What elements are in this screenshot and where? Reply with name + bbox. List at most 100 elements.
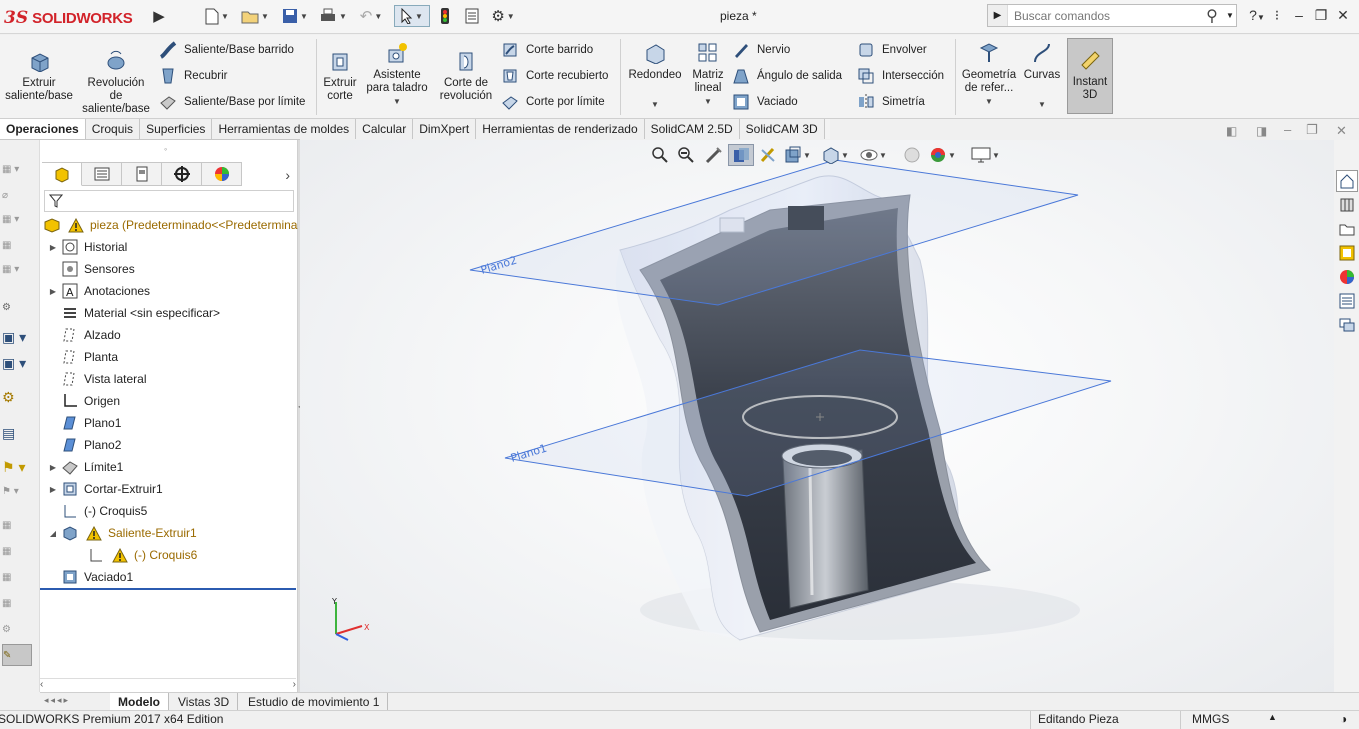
tree-item-anotaciones[interactable]: ▶ A Anotaciones <box>46 280 150 302</box>
edit-appearance-icon[interactable] <box>900 144 924 166</box>
extrude-boss-button[interactable]: Extruir saliente/base <box>4 48 74 103</box>
expand-icon[interactable]: ▶ <box>46 463 60 472</box>
linear-pattern-button[interactable]: Matriz lineal ▼ <box>688 40 728 108</box>
toolbar-item-icon[interactable]: ▦ ▾ <box>2 208 32 230</box>
expand-icon[interactable]: ▶ <box>46 243 60 252</box>
toolbar-item-icon[interactable]: ⚑ ▾ <box>2 480 32 502</box>
file-explorer-icon[interactable] <box>1336 218 1358 240</box>
swept-cut-button[interactable]: Corte barrido <box>500 40 593 60</box>
print-icon[interactable]: ▼ <box>316 5 350 27</box>
viewport-prev-icon[interactable]: ◧ <box>1226 124 1237 138</box>
toolbar-item-icon[interactable]: ▦ <box>2 234 32 256</box>
intersect-button[interactable]: Intersección <box>856 66 944 86</box>
propertymanager-tab-icon[interactable] <box>82 162 122 186</box>
view-orientation-icon[interactable]: ▼ <box>782 144 812 166</box>
toolbar-item-icon[interactable]: ▦ ▾ <box>2 158 32 180</box>
tab-modelo[interactable]: Modelo <box>110 693 169 710</box>
plane2[interactable] <box>469 159 1079 306</box>
tree-filter[interactable] <box>44 190 294 212</box>
tree-item-croquis6[interactable]: (-) Croquis6 <box>86 544 197 566</box>
tree-item-plano1[interactable]: Plano1 <box>46 412 121 434</box>
pin-icon[interactable]: ⁝ <box>1266 4 1288 26</box>
viewport-restore-icon[interactable]: ❐ <box>1306 122 1318 138</box>
tab-solidcam-3d[interactable]: SolidCAM 3D <box>739 119 825 139</box>
coordinate-triad-icon[interactable]: Y X <box>331 597 370 641</box>
fillet-dropdown-icon[interactable]: ▼ <box>651 98 659 111</box>
zoom-area-icon[interactable] <box>676 144 696 166</box>
revolve-boss-button[interactable]: Revolución de saliente/base <box>80 48 152 116</box>
graphics-area[interactable]: Plano2 Plano1 Y X ▼ ▼ ▼ ▼ ▼ <box>300 140 1334 692</box>
command-prompt-icon[interactable]: ▶ <box>988 5 1008 26</box>
menu-expand-icon[interactable]: ▶ <box>152 5 166 27</box>
status-help-icon[interactable]: ◑ <box>1340 712 1347 726</box>
units-dropdown-icon[interactable]: ▲ <box>1268 712 1277 722</box>
tree-item-historial[interactable]: ▶ Historial <box>46 236 127 258</box>
file-properties-icon[interactable] <box>462 5 482 27</box>
undo-icon[interactable]: ↶ ▼ <box>356 5 386 27</box>
view-palette-icon[interactable] <box>1336 242 1358 264</box>
tab-operaciones[interactable]: Operaciones <box>0 119 86 139</box>
expand-icon[interactable]: ▶ <box>46 287 60 296</box>
rib-button[interactable]: Nervio <box>731 40 790 60</box>
home-icon[interactable] <box>1336 170 1358 192</box>
toolbar-item-icon[interactable]: ▤ <box>2 422 32 444</box>
plane1[interactable] <box>504 349 1112 497</box>
toolbar-item-icon[interactable]: ⚑ ▾ <box>2 456 32 478</box>
rebuild-icon[interactable] <box>436 5 454 27</box>
dynamic-annotation-icon[interactable] <box>758 144 778 166</box>
toolbar-item-icon[interactable]: ▣ ▾ <box>2 326 32 348</box>
help-icon[interactable]: ?▼ <box>1246 4 1268 26</box>
previous-view-icon[interactable] <box>704 144 724 166</box>
tab-estudio-movimiento[interactable]: Estudio de movimiento 1 <box>240 693 389 710</box>
tree-item-sensores[interactable]: Sensores <box>46 258 135 280</box>
toolbar-item-icon[interactable]: ▦ <box>2 592 32 614</box>
collapse-icon[interactable]: ◢ <box>46 529 60 538</box>
design-library-icon[interactable] <box>1336 194 1358 216</box>
tab-herramientas-de-moldes[interactable]: Herramientas de moldes <box>212 119 357 139</box>
tab-croquis[interactable]: Croquis <box>85 119 141 139</box>
save-icon[interactable]: ▼ <box>278 5 312 27</box>
fillet-button[interactable]: Redondeo ▼ <box>626 40 684 111</box>
viewport-next-icon[interactable]: ◨ <box>1256 124 1267 138</box>
hole-wizard-dropdown-icon[interactable]: ▼ <box>393 95 401 108</box>
hide-show-items-icon[interactable]: ▼ <box>858 144 888 166</box>
tab-dimxpert[interactable]: DimXpert <box>413 119 477 139</box>
apply-scene-icon[interactable]: ▼ <box>926 144 958 166</box>
revolved-cut-button[interactable]: Corte de revolución <box>436 48 496 103</box>
close-icon[interactable]: ✕ <box>1332 4 1354 26</box>
mirror-button[interactable]: Simetría <box>856 92 925 112</box>
open-document-icon[interactable]: ▼ <box>238 5 272 27</box>
search-icon[interactable]: ⚲ <box>1198 6 1226 26</box>
display-manager-tab-icon[interactable] <box>202 162 242 186</box>
viewport-minimize-icon[interactable]: – <box>1284 122 1291 137</box>
hole-wizard-button[interactable]: Asistente para taladro ▼ <box>364 40 430 108</box>
select-icon[interactable]: ▼ <box>394 5 430 27</box>
toolbar-item-icon[interactable]: ⚙ <box>2 296 32 318</box>
tab-herramientas-de-renderizado[interactable]: Herramientas de renderizado <box>476 119 645 139</box>
tree-item-vaciado1[interactable]: Vaciado1 <box>46 566 133 588</box>
instant3d-side-icon[interactable]: ✎ <box>2 644 32 666</box>
tabs-scroll-right-icon[interactable]: › <box>242 162 290 188</box>
search-dropdown-icon[interactable]: ▼ <box>1226 11 1236 20</box>
tree-item-limite1[interactable]: ▶ Límite1 <box>46 456 123 478</box>
lofted-cut-button[interactable]: Corte recubierto <box>500 66 608 86</box>
reference-geometry-dropdown-icon[interactable]: ▼ <box>985 95 993 108</box>
dimxpert-tab-icon[interactable] <box>162 162 202 186</box>
boundary-cut-button[interactable]: Corte por límite <box>500 92 605 112</box>
toolbar-item-icon[interactable]: ⌀ <box>2 184 32 206</box>
tab-solidcam-2-5d[interactable]: SolidCAM 2.5D <box>644 119 740 139</box>
curves-dropdown-icon[interactable]: ▼ <box>1038 98 1046 111</box>
tree-item-croquis5[interactable]: (-) Croquis5 <box>46 500 147 522</box>
tab-calcular[interactable]: Calcular <box>356 119 414 139</box>
toolbar-item-icon[interactable]: ▦ <box>2 540 32 562</box>
tab-vistas-3d[interactable]: Vistas 3D <box>170 693 239 710</box>
tree-item-cortar-extruir1[interactable]: ▶ Cortar-Extruir1 <box>46 478 163 500</box>
loft-button[interactable]: Recubrir <box>158 66 227 86</box>
swept-boss-button[interactable]: Saliente/Base barrido <box>158 40 294 60</box>
section-view-icon[interactable] <box>728 144 754 166</box>
toolbar-item-icon[interactable]: ▣ ▾ <box>2 352 32 374</box>
zoom-to-fit-icon[interactable] <box>650 144 670 166</box>
featuremanager-tab-icon[interactable] <box>42 162 82 186</box>
expand-icon[interactable]: ▶ <box>46 485 60 494</box>
shell-button[interactable]: Vaciado <box>731 92 798 112</box>
